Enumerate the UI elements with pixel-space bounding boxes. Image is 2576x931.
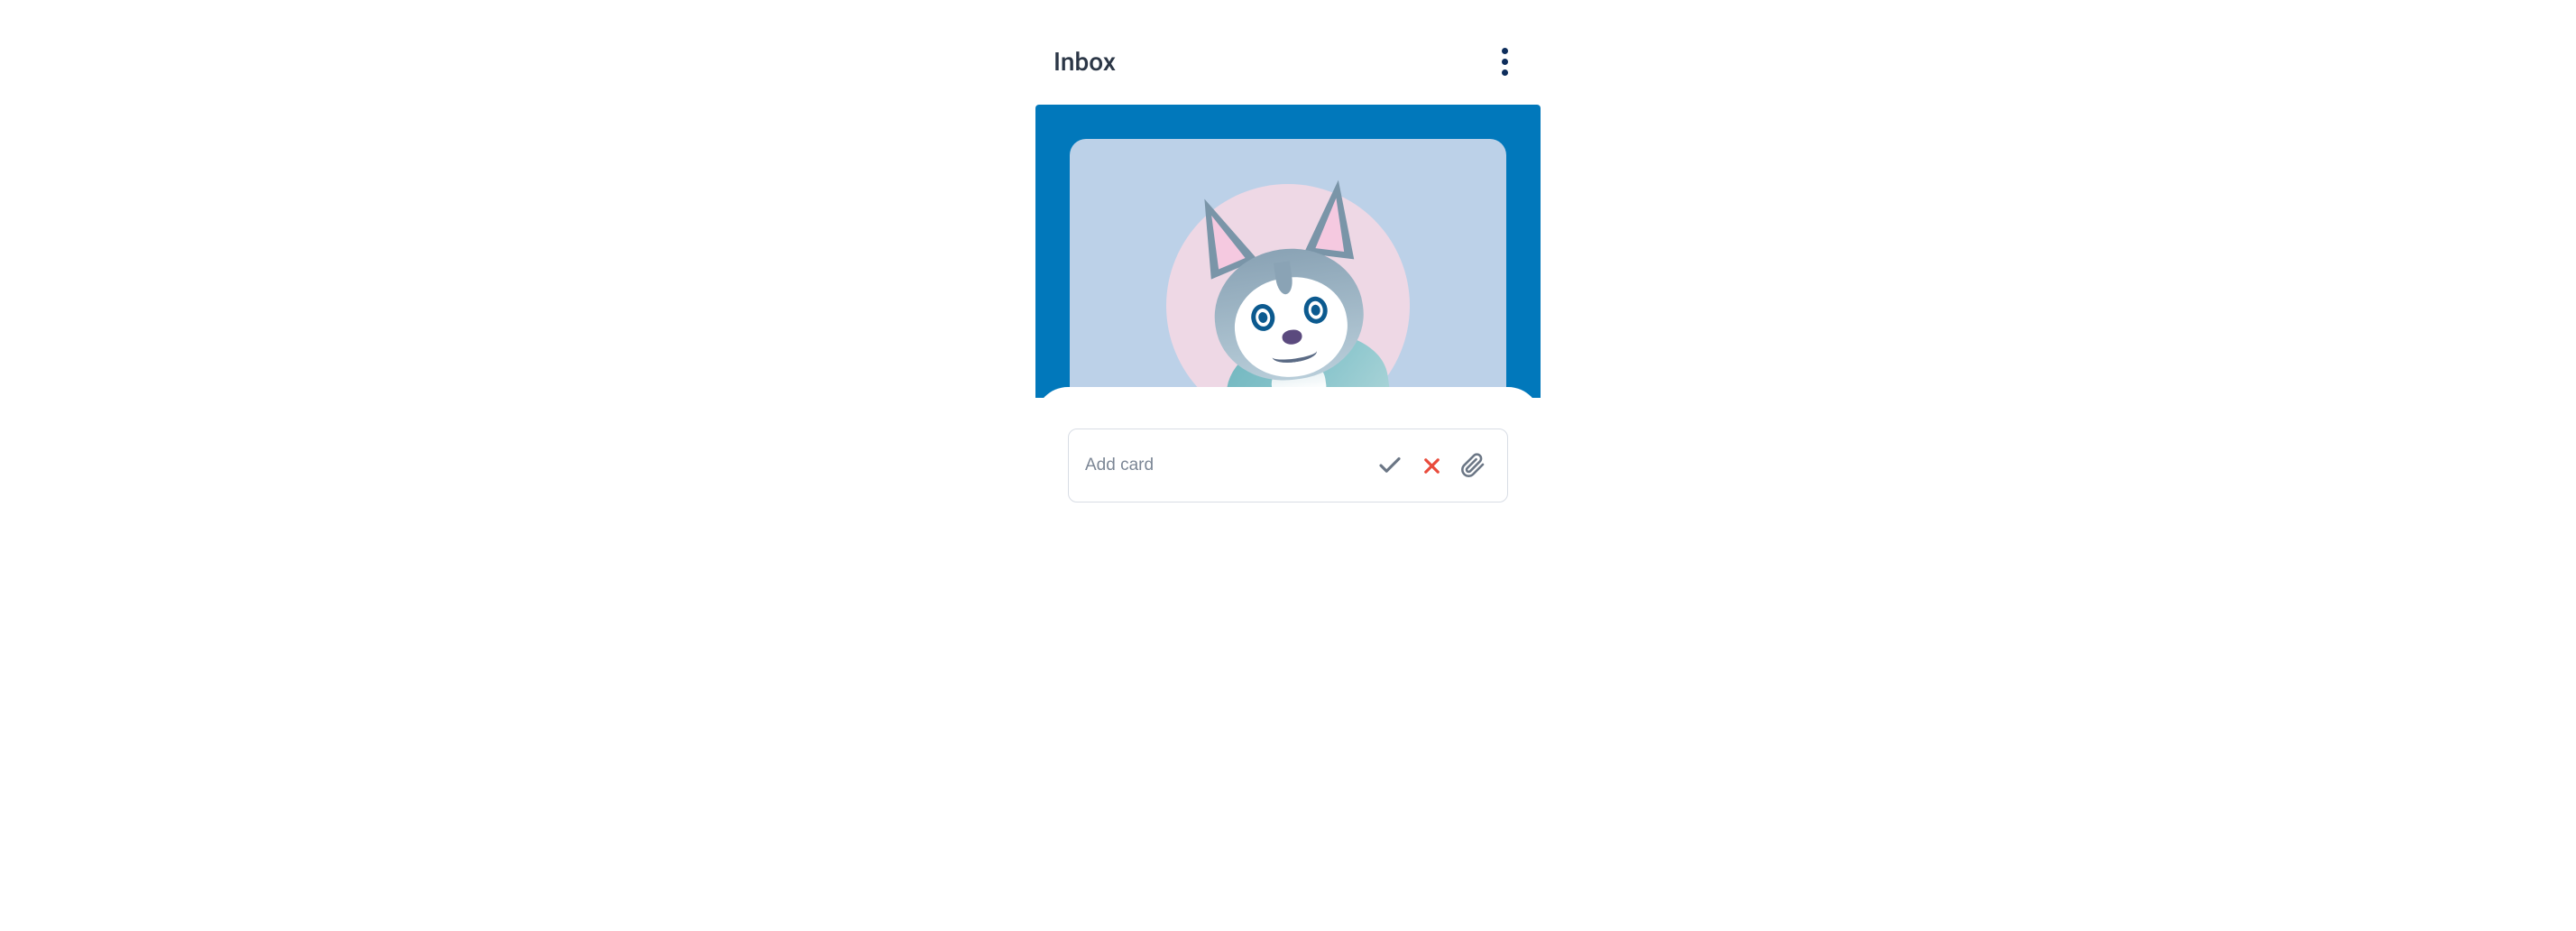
more-vertical-icon — [1502, 48, 1508, 76]
column-header: Inbox — [1035, 27, 1541, 105]
husky-mascot-illustration — [1157, 184, 1420, 398]
close-icon — [1420, 454, 1444, 478]
inbox-column: Inbox — [1035, 27, 1541, 566]
more-options-button[interactable] — [1486, 43, 1523, 79]
welcome-illustration-card[interactable] — [1070, 139, 1506, 398]
check-icon — [1376, 452, 1403, 479]
paperclip-icon — [1460, 453, 1486, 478]
cancel-button[interactable] — [1413, 447, 1449, 484]
confirm-button[interactable] — [1372, 447, 1408, 484]
column-title: Inbox — [1053, 47, 1116, 77]
add-card-input-row — [1068, 429, 1508, 502]
column-body — [1035, 105, 1541, 398]
add-card-input[interactable] — [1085, 456, 1366, 475]
add-card-panel — [1035, 387, 1541, 566]
attach-button[interactable] — [1455, 447, 1491, 484]
